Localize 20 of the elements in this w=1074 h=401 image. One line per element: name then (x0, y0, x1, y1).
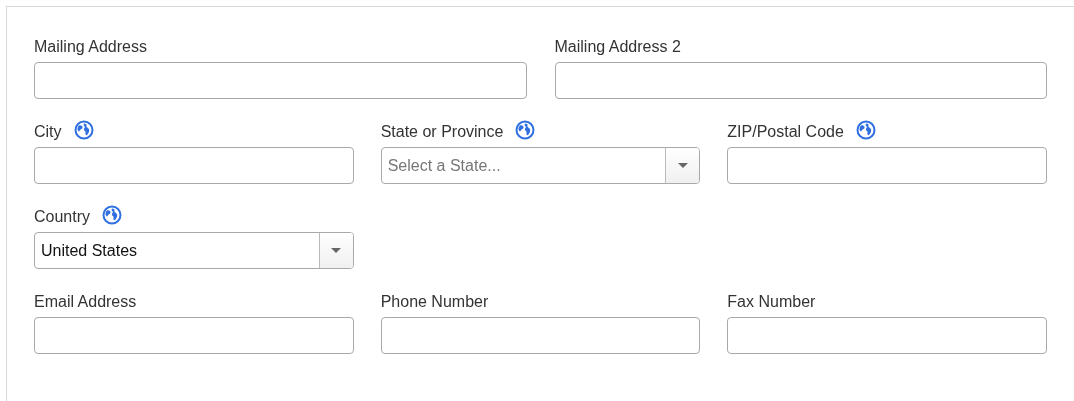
select-field[interactable]: Select a State... (380, 147, 701, 184)
input-field[interactable] (554, 62, 1047, 99)
input-field[interactable] (34, 147, 354, 184)
caret-icon (677, 162, 688, 169)
field-label: City (34, 123, 62, 141)
input-field[interactable] (34, 317, 354, 354)
input-field[interactable] (380, 317, 701, 354)
field-label: Fax Number (727, 293, 816, 311)
field-label: Phone Number (380, 293, 489, 311)
field-label: Email Address (34, 293, 137, 311)
input-field[interactable] (727, 317, 1047, 354)
field-label: Mailing Address 2 (554, 38, 681, 56)
field-label: Country (34, 208, 91, 226)
field-label: State or Province (380, 123, 504, 141)
input-field[interactable] (727, 147, 1047, 184)
input-field[interactable] (34, 62, 527, 99)
field-label: Mailing Address (34, 38, 147, 56)
select-field[interactable]: United States (34, 232, 354, 269)
caret-icon (331, 247, 342, 254)
field-label: ZIP/Postal Code (727, 123, 844, 141)
